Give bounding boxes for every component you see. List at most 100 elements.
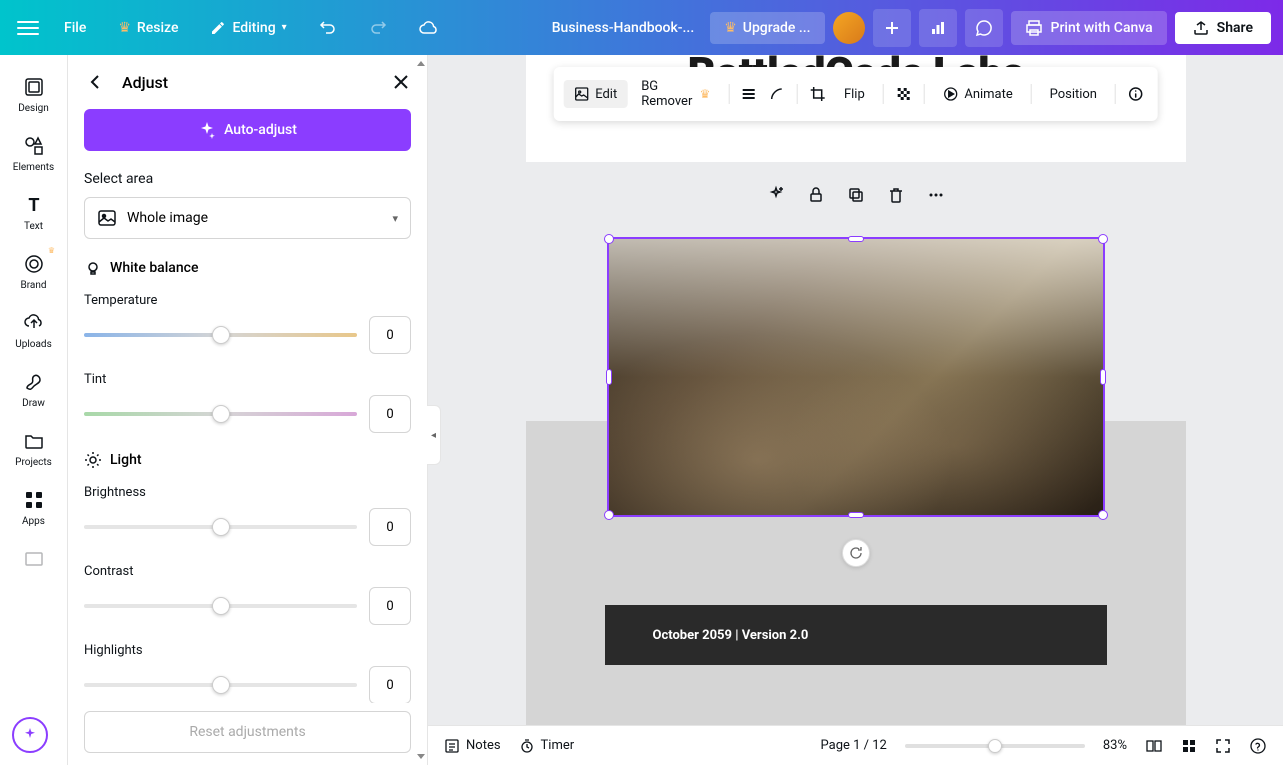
- share-button[interactable]: Share: [1175, 12, 1271, 44]
- zoom-slider[interactable]: [905, 744, 1085, 748]
- image-icon: [22, 547, 46, 571]
- info-icon[interactable]: [1124, 82, 1148, 106]
- slider-thumb[interactable]: [212, 676, 230, 694]
- highlights-slider[interactable]: [84, 683, 357, 687]
- zoom-value[interactable]: 83%: [1103, 738, 1127, 753]
- bg-remover-button[interactable]: BG Remover ♛: [631, 73, 720, 115]
- tint-value[interactable]: 0: [369, 395, 411, 433]
- image-icon: [97, 208, 117, 228]
- delete-button[interactable]: [881, 180, 911, 210]
- cloud-sync-button[interactable]: [407, 14, 451, 42]
- comment-button[interactable]: [965, 9, 1003, 47]
- reset-adjustments-button[interactable]: Reset adjustments: [84, 711, 411, 753]
- temperature-slider[interactable]: [84, 333, 357, 337]
- undo-button[interactable]: [307, 13, 349, 43]
- fullscreen-button[interactable]: [1215, 738, 1231, 754]
- rail-draw[interactable]: Draw: [0, 362, 67, 417]
- avatar[interactable]: [833, 12, 865, 44]
- slider-thumb[interactable]: [212, 405, 230, 423]
- resize-handle-bl[interactable]: [604, 510, 614, 520]
- scroll-view-icon: [1145, 738, 1163, 754]
- temperature-value[interactable]: 0: [369, 316, 411, 354]
- close-button[interactable]: [391, 72, 411, 92]
- menu-icon[interactable]: [12, 12, 44, 44]
- rail-projects[interactable]: Projects: [0, 421, 67, 476]
- regenerate-button[interactable]: [761, 180, 791, 210]
- apps-icon: [22, 488, 46, 512]
- resize-button[interactable]: ♛ Resize: [106, 14, 190, 42]
- contrast-value[interactable]: 0: [369, 587, 411, 625]
- brightness-slider[interactable]: [84, 525, 357, 529]
- back-button[interactable]: [84, 71, 106, 93]
- help-icon: [1249, 737, 1267, 755]
- edit-button[interactable]: Edit: [563, 80, 627, 108]
- file-button[interactable]: File: [52, 14, 98, 42]
- add-member-button[interactable]: [873, 9, 911, 47]
- collapse-panel-button[interactable]: ◂: [427, 405, 441, 465]
- plus-icon: [885, 21, 899, 35]
- resize-handle-right[interactable]: [1100, 369, 1106, 385]
- zoom-thumb[interactable]: [988, 739, 1002, 753]
- crown-icon: ♛: [118, 20, 131, 36]
- version-bar[interactable]: October 2059 | Version 2.0: [605, 605, 1107, 665]
- upgrade-button[interactable]: ♛ Upgrade ...: [710, 12, 824, 44]
- auto-adjust-button[interactable]: Auto-adjust: [84, 109, 411, 151]
- image-icon: [573, 86, 589, 102]
- rail-apps[interactable]: Apps: [0, 480, 67, 535]
- more-button[interactable]: [921, 180, 951, 210]
- redo-button[interactable]: [357, 13, 399, 43]
- lines-icon[interactable]: [737, 82, 761, 106]
- duplicate-button[interactable]: [841, 180, 871, 210]
- resize-handle-top[interactable]: [848, 236, 864, 242]
- rail-brand[interactable]: ♛ Brand: [0, 244, 67, 299]
- transparency-icon[interactable]: [892, 82, 916, 106]
- animate-button[interactable]: Animate: [932, 80, 1022, 108]
- grid-view-icon: [1181, 738, 1197, 754]
- help-button[interactable]: [1249, 737, 1267, 755]
- print-button[interactable]: Print with Canva: [1011, 11, 1167, 45]
- resize-handle-tl[interactable]: [604, 234, 614, 244]
- scrollbar[interactable]: [417, 61, 425, 759]
- editing-dropdown[interactable]: Editing ▾: [198, 14, 298, 42]
- slider-thumb[interactable]: [212, 597, 230, 615]
- rotate-handle[interactable]: [842, 539, 870, 567]
- resize-handle-bottom[interactable]: [848, 512, 864, 518]
- printer-icon: [1025, 19, 1043, 37]
- corner-icon[interactable]: [765, 82, 789, 106]
- rail-design[interactable]: Design: [0, 67, 67, 122]
- analytics-button[interactable]: [919, 9, 957, 47]
- document-name[interactable]: Business-Handbook-...: [552, 20, 695, 36]
- highlights-value[interactable]: 0: [369, 666, 411, 703]
- chevron-down-icon: ▾: [392, 212, 398, 225]
- crop-icon[interactable]: [806, 82, 830, 106]
- canvas-area[interactable]: BottledCode Labs BUSINESS HANDBOOK Edit …: [428, 55, 1283, 765]
- select-area-dropdown[interactable]: Whole image ▾: [84, 197, 411, 239]
- resize-handle-left[interactable]: [606, 369, 612, 385]
- slider-thumb[interactable]: [212, 518, 230, 536]
- view-grid-button[interactable]: [1181, 738, 1197, 754]
- resize-handle-tr[interactable]: [1098, 234, 1108, 244]
- view-scroll-button[interactable]: [1145, 738, 1163, 754]
- rail-more[interactable]: [0, 539, 67, 579]
- contrast-slider[interactable]: [84, 604, 357, 608]
- page-indicator[interactable]: Page 1 / 12: [821, 738, 887, 753]
- rail-uploads[interactable]: Uploads: [0, 303, 67, 358]
- slider-thumb[interactable]: [212, 326, 230, 344]
- resize-handle-br[interactable]: [1098, 510, 1108, 520]
- selected-image[interactable]: [607, 237, 1105, 517]
- brightness-value[interactable]: 0: [369, 508, 411, 546]
- timer-button[interactable]: Timer: [519, 738, 575, 754]
- magic-button[interactable]: [12, 717, 48, 753]
- lock-button[interactable]: [801, 180, 831, 210]
- fullscreen-icon: [1215, 738, 1231, 754]
- left-rail: Design Elements T Text ♛ Brand Uploads: [0, 55, 68, 765]
- crown-icon: ♛: [48, 246, 55, 255]
- white-balance-header: White balance: [84, 259, 411, 277]
- notes-button[interactable]: Notes: [444, 738, 501, 754]
- tint-slider[interactable]: [84, 412, 357, 416]
- position-button[interactable]: Position: [1040, 81, 1107, 108]
- panel-title: Adjust: [122, 73, 375, 92]
- flip-button[interactable]: Flip: [834, 81, 875, 108]
- rail-text[interactable]: T Text: [0, 185, 67, 240]
- rail-elements[interactable]: Elements: [0, 126, 67, 181]
